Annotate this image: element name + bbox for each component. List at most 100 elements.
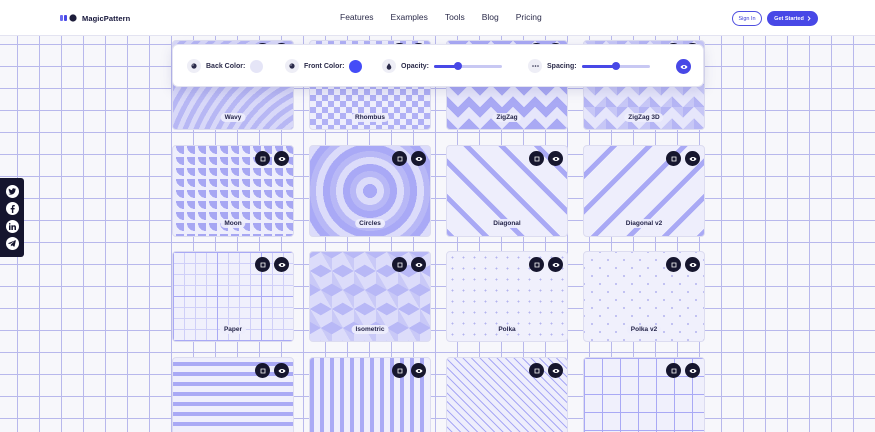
spacing-slider-knob[interactable]: [611, 61, 620, 70]
get-started-label: Get Started: [774, 15, 804, 22]
facebook-icon[interactable]: [5, 202, 19, 216]
opacity-control: Opacity:: [382, 59, 503, 73]
linkedin-icon[interactable]: [5, 219, 19, 233]
code-icon[interactable]: [529, 363, 544, 378]
opacity-slider-knob[interactable]: [454, 61, 463, 70]
opacity-slider[interactable]: [434, 61, 503, 70]
pattern-controls-panel: Back Color: Front Color: Opacity: Spacin…: [172, 44, 704, 87]
eye-icon[interactable]: [411, 151, 426, 166]
eye-icon[interactable]: [274, 257, 289, 272]
card-label: Polka v2: [626, 325, 662, 334]
droplet-icon: [382, 59, 396, 73]
card-label: Diagonal v2: [621, 219, 667, 228]
spacing-icon: [528, 59, 542, 73]
pattern-card-polka-v2[interactable]: Polka v2: [583, 251, 705, 342]
twitter-icon[interactable]: [5, 184, 19, 198]
card-actions: [255, 151, 289, 166]
front-color-swatch[interactable]: [349, 59, 363, 73]
card-actions: [666, 363, 700, 378]
logo-text: MagicPattern: [82, 13, 131, 23]
code-icon[interactable]: [255, 151, 270, 166]
code-icon[interactable]: [666, 363, 681, 378]
nav-examples[interactable]: Examples: [391, 12, 428, 22]
card-actions: [666, 257, 700, 272]
pattern-card-grid[interactable]: [583, 357, 705, 432]
pattern-card-diagonal-v2[interactable]: Diagonal v2: [583, 145, 705, 237]
card-actions: [255, 363, 289, 378]
code-icon[interactable]: [529, 151, 544, 166]
chevron-right-icon: [807, 16, 811, 21]
code-icon[interactable]: [255, 363, 270, 378]
card-actions: [529, 363, 563, 378]
eye-icon: [680, 64, 687, 69]
back-color-control: Back Color:: [187, 59, 264, 73]
card-actions: [392, 363, 426, 378]
nav-tools[interactable]: Tools: [445, 12, 465, 22]
card-label: Moon: [220, 219, 246, 228]
main-nav: Features Examples Tools Blog Pricing: [340, 12, 559, 22]
card-label: Rhombus: [351, 113, 389, 122]
pattern-card-vertical-lines[interactable]: [309, 357, 431, 432]
code-icon[interactable]: [392, 363, 407, 378]
palette-icon: [187, 59, 201, 73]
pattern-card-diagonal-lines[interactable]: [446, 357, 568, 432]
pattern-card-isometric[interactable]: Isometric: [309, 251, 431, 342]
nav-pricing[interactable]: Pricing: [516, 12, 542, 22]
eye-icon[interactable]: [685, 257, 700, 272]
palette-icon: [285, 59, 299, 73]
card-actions: [666, 151, 700, 166]
eye-icon[interactable]: [274, 151, 289, 166]
sign-in-button[interactable]: Sign In: [732, 11, 762, 26]
eye-icon[interactable]: [548, 363, 563, 378]
logo[interactable]: MagicPattern: [60, 11, 130, 25]
card-actions: [392, 257, 426, 272]
pattern-card-paper[interactable]: Paper: [172, 251, 294, 342]
preview-eye-button[interactable]: [676, 59, 691, 74]
back-color-label: Back Color:: [206, 62, 246, 70]
nav-features[interactable]: Features: [340, 12, 374, 22]
card-label: Circles: [355, 219, 385, 228]
code-icon[interactable]: [666, 257, 681, 272]
code-icon[interactable]: [666, 151, 681, 166]
back-color-swatch[interactable]: [250, 59, 264, 73]
card-actions: [255, 257, 289, 272]
eye-icon[interactable]: [411, 363, 426, 378]
pattern-card-lines[interactable]: [172, 357, 294, 432]
code-icon[interactable]: [392, 151, 407, 166]
pattern-card-polka[interactable]: Polka: [446, 251, 568, 342]
eye-icon[interactable]: [274, 363, 289, 378]
pattern-card-circles[interactable]: Circles: [309, 145, 431, 237]
card-label: Paper: [219, 325, 247, 334]
spacing-slider[interactable]: [581, 61, 650, 70]
pattern-card-moon[interactable]: Moon: [172, 145, 294, 237]
pattern-card-diagonal[interactable]: Diagonal: [446, 145, 568, 237]
eye-icon[interactable]: [411, 257, 426, 272]
eye-icon[interactable]: [685, 151, 700, 166]
code-icon[interactable]: [529, 257, 544, 272]
sign-in-label: Sign In: [738, 15, 756, 22]
telegram-icon[interactable]: [5, 237, 19, 251]
card-actions: [529, 257, 563, 272]
card-label: Diagonal: [489, 219, 525, 228]
card-label: Polka: [494, 325, 520, 334]
top-header: MagicPattern Features Examples Tools Blo…: [0, 0, 875, 36]
eye-icon[interactable]: [548, 151, 563, 166]
front-color-label: Front Color:: [304, 62, 345, 70]
card-actions: [529, 151, 563, 166]
get-started-button[interactable]: Get Started: [767, 11, 818, 26]
card-label: ZigZag 3D: [624, 113, 664, 122]
front-color-control: Front Color:: [285, 59, 363, 73]
eye-icon[interactable]: [685, 363, 700, 378]
eye-icon[interactable]: [548, 257, 563, 272]
card-actions: [392, 151, 426, 166]
spacing-control: Spacing:: [528, 59, 650, 73]
card-label: Isometric: [351, 325, 389, 334]
spacing-slider-fill: [581, 64, 616, 68]
nav-blog[interactable]: Blog: [482, 12, 499, 22]
social-share-bar: [0, 178, 24, 257]
card-label: Wavy: [220, 113, 246, 122]
card-label: ZigZag: [492, 113, 522, 122]
opacity-label: Opacity:: [401, 62, 430, 70]
code-icon[interactable]: [392, 257, 407, 272]
code-icon[interactable]: [255, 257, 270, 272]
